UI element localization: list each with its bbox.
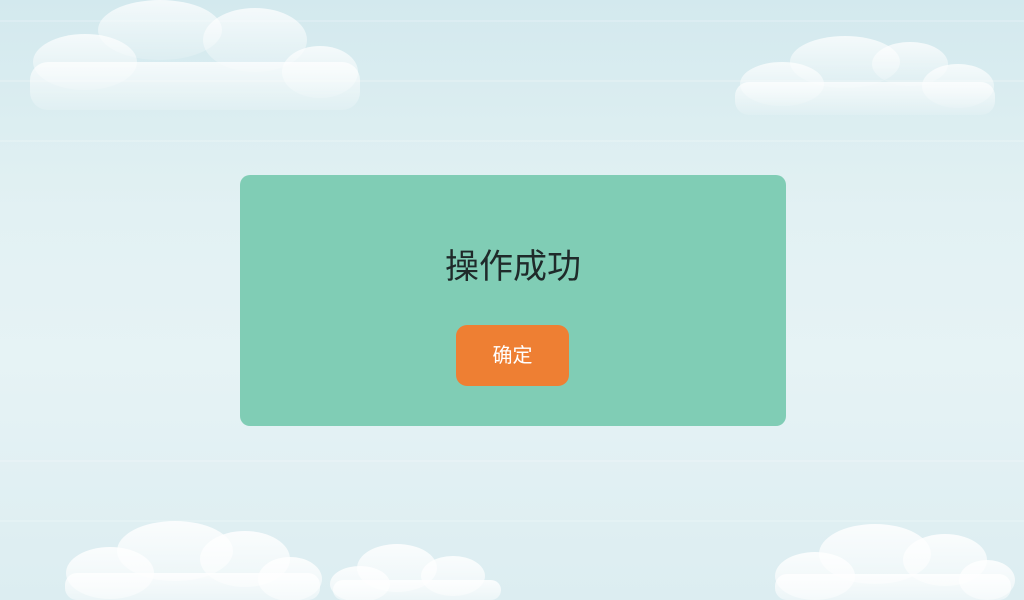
background-scene: 操作成功 确定 bbox=[0, 0, 1024, 600]
cloud-icon bbox=[735, 36, 995, 115]
cloud-icon bbox=[330, 544, 501, 600]
cloud-icon bbox=[30, 0, 360, 110]
confirm-button[interactable]: 确定 bbox=[456, 325, 569, 386]
sky-band bbox=[0, 460, 1024, 462]
sky-band bbox=[0, 140, 1024, 142]
dialog-title: 操作成功 bbox=[445, 247, 581, 287]
cloud-icon bbox=[65, 521, 322, 600]
success-dialog: 操作成功 确定 bbox=[240, 175, 786, 426]
cloud-icon bbox=[775, 524, 1015, 600]
